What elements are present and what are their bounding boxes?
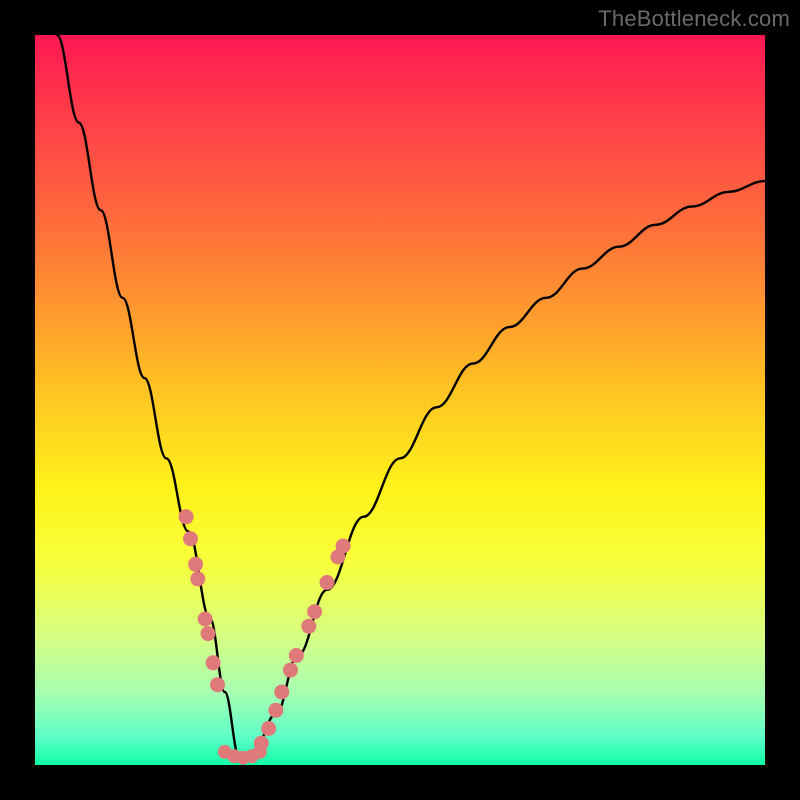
curve-dot [261,721,276,736]
bottleneck-curve [57,35,765,758]
plot-area [35,35,765,765]
curve-dot [190,571,205,586]
curve-dot [289,648,304,663]
curve-dot [301,619,316,634]
curve-dot [253,745,267,759]
curve-dot [320,575,335,590]
curve-dot [336,539,351,554]
curve-dot [210,677,225,692]
curve-dot [307,604,322,619]
curve-dot [183,531,198,546]
chart-frame: TheBottleneck.com [0,0,800,800]
curve-dot [268,703,283,718]
curve-dot [206,655,221,670]
watermark-text: TheBottleneck.com [598,6,790,32]
curve-dot [274,685,289,700]
curve-dot [283,663,298,678]
curve-dot [198,612,213,627]
curve-dot [188,557,203,572]
curve-layer [35,35,765,765]
curve-dot [179,509,194,524]
curve-dot [201,626,216,641]
